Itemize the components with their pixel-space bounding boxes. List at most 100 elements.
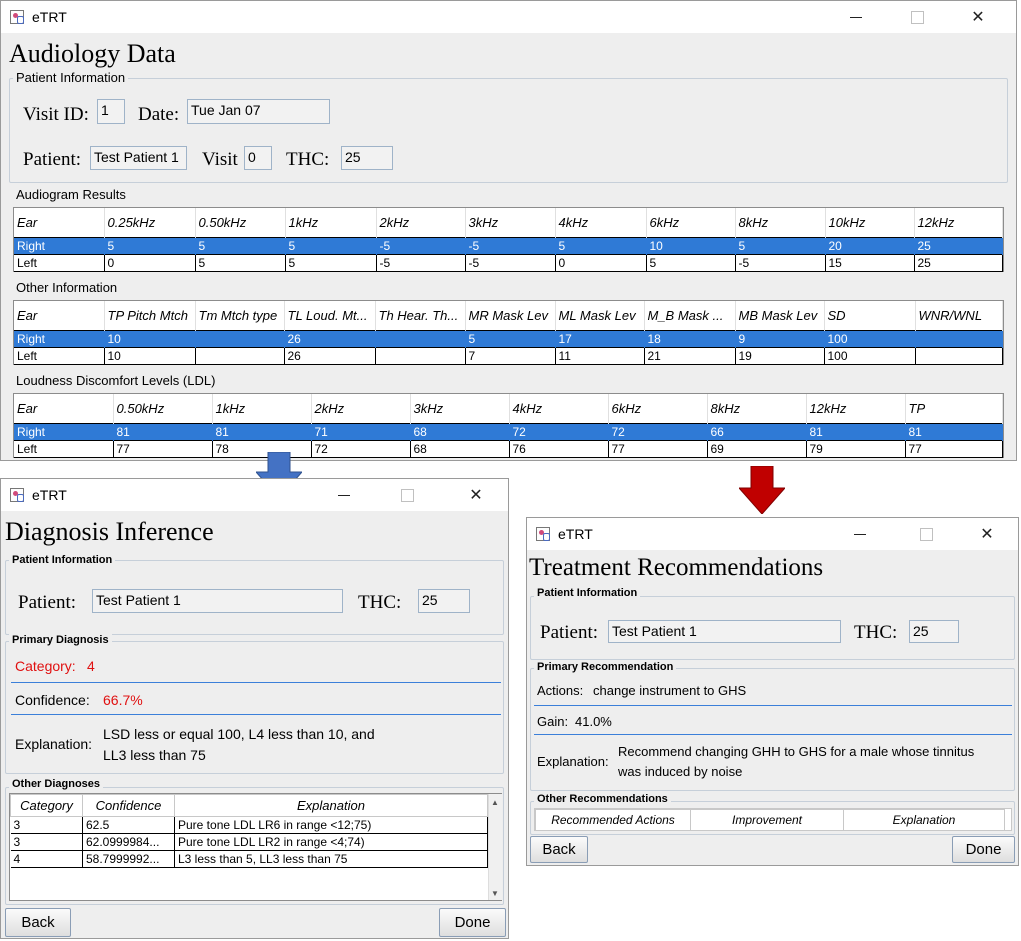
minimize-icon (338, 494, 350, 496)
patient-field[interactable]: Test Patient 1 (92, 589, 343, 613)
minimize-button[interactable] (837, 518, 883, 550)
column-header[interactable]: Explanation (843, 809, 1005, 831)
page-title: Treatment Recommendations (529, 554, 824, 581)
maximize-button[interactable] (903, 518, 949, 550)
table-row[interactable]: Left 0 5 5 -5 -5 0 5 -5 15 25 (14, 254, 1003, 272)
scroll-up-icon[interactable]: ▲ (491, 798, 499, 807)
column-header[interactable]: SD (824, 301, 916, 331)
column-header[interactable]: Confidence (82, 794, 175, 817)
table-cell (195, 347, 285, 365)
category-value: 4 (87, 658, 95, 674)
thc-field[interactable]: 25 (909, 620, 959, 643)
column-header[interactable]: 10kHz (825, 208, 915, 238)
patient-label: Patient: (18, 592, 77, 613)
column-header[interactable]: 2kHz (311, 394, 411, 424)
column-header[interactable]: TL Loud. Mt... (284, 301, 376, 331)
audiogram-table[interactable]: Ear 0.25kHz 0.50kHz 1kHz 2kHz 3kHz 4kHz … (13, 207, 1004, 272)
table-cell: 20 (825, 237, 915, 255)
column-header[interactable]: 2kHz (376, 208, 466, 238)
column-header[interactable]: Recommended Actions (535, 809, 691, 831)
divider (534, 705, 1012, 706)
patient-field[interactable]: Test Patient 1 (608, 620, 841, 643)
table-cell: 10 (104, 330, 196, 348)
table-cell: 5 (195, 237, 286, 255)
column-header[interactable]: 12kHz (806, 394, 906, 424)
thc-field[interactable]: 25 (418, 589, 470, 613)
actions-label: Actions: (537, 683, 584, 698)
column-header[interactable]: 0.25kHz (104, 208, 196, 238)
column-header[interactable]: 0.50kHz (113, 394, 213, 424)
table-row[interactable]: Right 81 81 71 68 72 72 66 81 81 (14, 423, 1003, 441)
other-diagnoses-table[interactable]: Category Confidence Explanation 3 62.5 P… (9, 793, 502, 901)
done-button[interactable]: Done (439, 908, 506, 937)
column-header[interactable]: 6kHz (646, 208, 736, 238)
column-header[interactable]: 0.50kHz (195, 208, 286, 238)
window-title: eTRT (32, 487, 67, 503)
table-cell: 5 (285, 254, 377, 272)
column-header[interactable]: Ear (14, 301, 105, 331)
column-header[interactable]: 1kHz (212, 394, 312, 424)
back-button[interactable]: Back (530, 836, 588, 863)
column-header[interactable]: Ear (14, 208, 105, 238)
table-row[interactable]: Right 5 5 5 -5 -5 5 10 5 20 25 (14, 237, 1003, 255)
column-header[interactable]: Tm Mtch type (195, 301, 285, 331)
column-header[interactable]: 4kHz (509, 394, 609, 424)
table-cell: Left (14, 254, 105, 272)
minimize-button[interactable] (321, 479, 367, 511)
column-header[interactable]: TP Pitch Mtch (104, 301, 196, 331)
close-button[interactable]: ✕ (453, 479, 499, 511)
table-row[interactable]: Left 77 78 72 68 76 77 69 79 77 (14, 440, 1003, 458)
column-header[interactable]: MR Mask Lev (465, 301, 556, 331)
column-header[interactable]: 4kHz (555, 208, 647, 238)
maximize-button[interactable] (894, 1, 940, 33)
column-header[interactable]: 3kHz (410, 394, 510, 424)
table-cell: 5 (555, 237, 647, 255)
table-cell: 5 (104, 237, 196, 255)
table-row[interactable]: 3 62.0999984... Pure tone LDL LR2 in ran… (10, 833, 488, 851)
scroll-down-icon[interactable]: ▼ (491, 889, 499, 898)
table-row[interactable]: 3 62.5 Pure tone LDL LR6 in range <12;75… (10, 816, 488, 834)
column-header[interactable]: Th Hear. Th... (375, 301, 466, 331)
close-button[interactable]: ✕ (964, 518, 1010, 550)
vertical-scrollbar[interactable]: ▲ ▼ (488, 794, 502, 900)
ldl-table[interactable]: Ear 0.50kHz 1kHz 2kHz 3kHz 4kHz 6kHz 8kH… (13, 393, 1004, 458)
table-row[interactable]: Right 10 26 5 17 18 9 100 (14, 330, 1003, 348)
column-header[interactable]: 8kHz (735, 208, 826, 238)
table-cell: 5 (195, 254, 286, 272)
thc-field[interactable]: 25 (341, 146, 393, 170)
column-header[interactable]: Ear (14, 394, 114, 424)
done-button[interactable]: Done (952, 836, 1015, 863)
table-row[interactable]: Left 10 26 7 11 21 19 100 (14, 347, 1003, 365)
close-button[interactable]: ✕ (955, 1, 1001, 33)
patient-field[interactable]: Test Patient 1 (90, 146, 187, 170)
table-cell: 7 (465, 347, 556, 365)
date-field[interactable]: Tue Jan 07 (187, 99, 330, 124)
patient-label: Patient: (23, 149, 82, 170)
app-icon (10, 10, 24, 24)
column-header[interactable]: Explanation (174, 794, 488, 817)
maximize-button[interactable] (384, 479, 430, 511)
table-cell (375, 347, 466, 365)
column-header[interactable]: WNR/WNL (915, 301, 1003, 331)
visit-field[interactable]: 0 (244, 146, 272, 170)
minimize-button[interactable] (833, 1, 879, 33)
column-header[interactable]: 3kHz (465, 208, 556, 238)
visit-id-field[interactable]: 1 (97, 99, 125, 124)
other-info-table[interactable]: Ear TP Pitch Mtch Tm Mtch type TL Loud. … (13, 300, 1004, 365)
table-cell: 62.5 (82, 816, 175, 834)
column-header[interactable]: 8kHz (707, 394, 807, 424)
column-header[interactable]: 6kHz (608, 394, 708, 424)
other-recommendations-table[interactable]: Recommended Actions Improvement Explanat… (534, 808, 1012, 831)
column-header[interactable]: Category (10, 794, 83, 817)
table-row[interactable]: 4 58.7999992... L3 less than 5, LL3 less… (10, 850, 488, 868)
date-label: Date: (138, 104, 180, 125)
column-header[interactable]: 12kHz (914, 208, 1003, 238)
column-header[interactable]: TP (905, 394, 1003, 424)
column-header[interactable]: MB Mask Lev (735, 301, 825, 331)
column-header[interactable]: Improvement (690, 809, 844, 831)
column-header[interactable]: ML Mask Lev (555, 301, 645, 331)
column-header[interactable]: 1kHz (285, 208, 377, 238)
back-button[interactable]: Back (5, 908, 71, 937)
column-header[interactable]: M_B Mask ... (644, 301, 736, 331)
table-cell: 58.7999992... (82, 850, 175, 868)
